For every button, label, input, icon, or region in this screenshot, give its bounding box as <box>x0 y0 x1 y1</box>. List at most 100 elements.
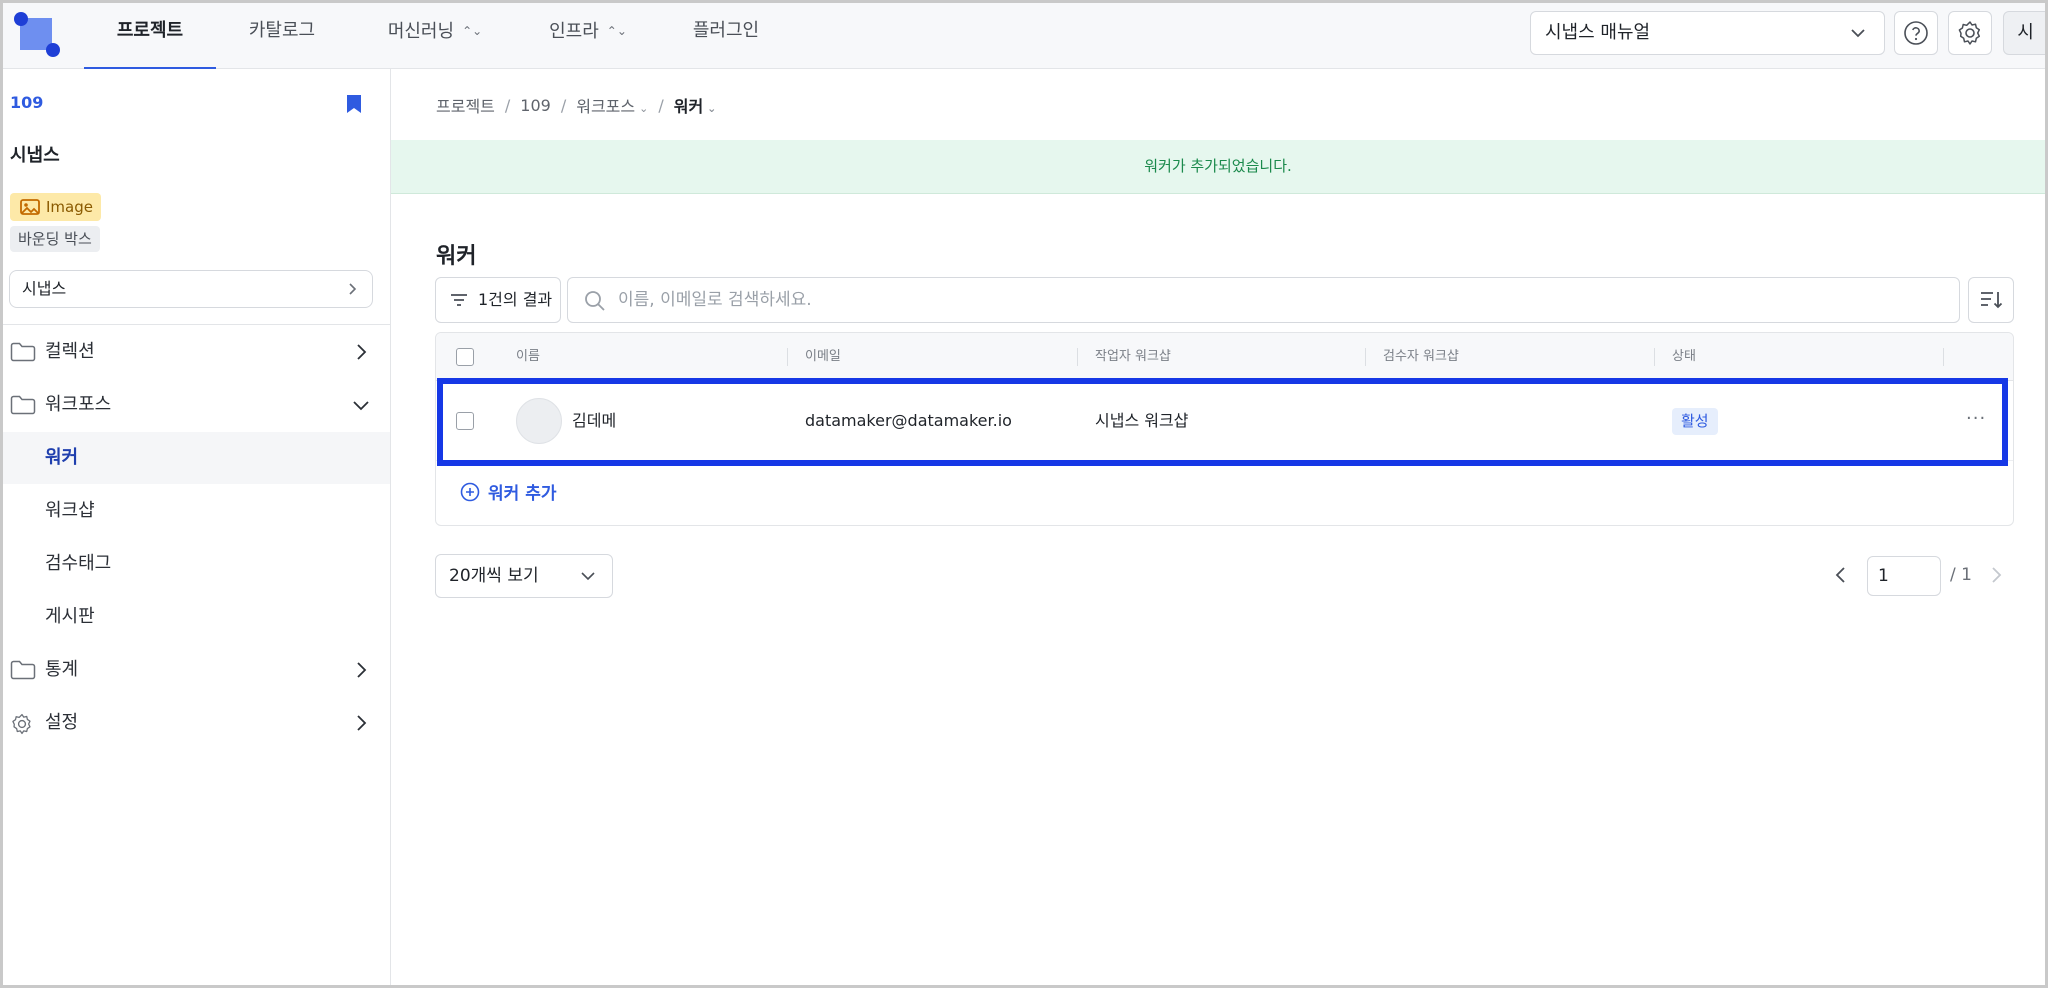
folder-icon <box>10 395 36 415</box>
column-divider <box>1365 348 1366 366</box>
sidebar-item-statistics[interactable]: 통계 <box>0 644 390 696</box>
nav-tab-label: 인프라 <box>549 21 599 42</box>
page-size-select[interactable]: 20개씩 보기 <box>435 554 613 598</box>
search-icon <box>585 291 605 311</box>
column-divider <box>787 348 788 366</box>
breadcrumb: 프로젝트 / 109 / 워크포스 ⌄ / 워커 ⌄ <box>436 93 716 117</box>
column-header-reviewer-workshop[interactable]: 검수자 워크샵 <box>1383 333 1459 381</box>
sidebar: 109 시냅스 Image 바운딩 박스 시냅스 컬렉션 워크포스 워커 워크샵… <box>0 69 391 988</box>
page-title: 워커 <box>436 244 477 269</box>
sort-icon <box>1981 292 2003 309</box>
chevron-down-icon: ⌄ <box>707 102 717 115</box>
plus-circle-icon <box>460 482 480 501</box>
sidebar-item-label: 워크포스 <box>45 394 112 415</box>
top-navigation: 프로젝트 카탈로그 머신러닝 ⌃⌄ 인프라 ⌃⌄ 플러그인 시냅스 매뉴얼 시 <box>0 0 2048 69</box>
manual-select-value: 시냅스 매뉴얼 <box>1545 22 1651 43</box>
sort-button[interactable] <box>1968 277 2014 323</box>
breadcrumb-projects[interactable]: 프로젝트 <box>436 93 495 117</box>
sidebar-item-collection[interactable]: 컬렉션 <box>0 326 390 378</box>
bookmark-icon[interactable] <box>346 94 362 114</box>
breadcrumb-workforce[interactable]: 워크포스 ⌄ <box>576 93 648 117</box>
help-button[interactable] <box>1894 11 1938 55</box>
filter-icon <box>451 294 467 306</box>
sidebar-item-label: 설정 <box>45 712 79 733</box>
chevron-down-icon <box>581 572 595 581</box>
breadcrumb-label: 워커 <box>673 97 704 116</box>
chevron-right-icon <box>357 715 367 731</box>
chevron-down-icon <box>353 401 369 411</box>
column-header-email[interactable]: 이메일 <box>805 333 841 381</box>
chevron-right-icon <box>357 662 367 678</box>
breadcrumb-separator: / <box>504 95 511 115</box>
sidebar-item-settings[interactable]: 설정 <box>0 697 390 749</box>
app-logo[interactable] <box>14 12 62 60</box>
chevron-right-icon <box>357 344 367 360</box>
sidebar-item-label: 통계 <box>45 659 79 680</box>
sidebar-subitem-workers[interactable]: 워커 <box>0 432 390 484</box>
sidebar-subitem-label: 워커 <box>45 447 79 468</box>
add-worker-button[interactable]: 워커 추가 <box>460 479 556 504</box>
gear-icon <box>1958 21 1981 45</box>
nav-tab-plugins[interactable]: 플러그인 <box>670 0 782 69</box>
column-divider <box>1077 348 1078 366</box>
dataset-select[interactable]: 시냅스 <box>9 270 373 308</box>
chevron-left-icon[interactable] <box>1832 565 1850 585</box>
breadcrumb-project-id[interactable]: 109 <box>520 96 551 115</box>
row-highlight-box <box>437 378 2008 466</box>
sidebar-subitem-label: 워크샵 <box>45 500 95 521</box>
search-box <box>567 277 1960 323</box>
nav-tab-projects[interactable]: 프로젝트 <box>84 0 216 69</box>
sidebar-subitem-workshop[interactable]: 워크샵 <box>0 485 390 537</box>
table-header: 이름 이메일 작업자 워크샵 검수자 워크샵 상태 <box>436 333 2013 381</box>
sidebar-subitem-board[interactable]: 게시판 <box>0 591 390 643</box>
updown-caret-icon: ⌃⌄ <box>462 24 483 38</box>
breadcrumb-workers[interactable]: 워커 ⌄ <box>674 93 717 117</box>
page-total: / 1 <box>1950 565 1972 585</box>
sidebar-subitem-review-tags[interactable]: 검수태그 <box>0 538 390 590</box>
chevron-right-icon[interactable] <box>1987 565 2005 585</box>
chevron-right-icon <box>349 283 357 295</box>
nav-tab-catalog[interactable]: 카탈로그 <box>220 0 344 69</box>
folder-icon <box>10 660 36 680</box>
sidebar-subitem-label: 게시판 <box>45 606 95 627</box>
breadcrumb-separator: / <box>658 95 664 115</box>
page-number-input[interactable]: 1 <box>1867 556 1941 596</box>
project-name: 시냅스 <box>10 145 60 166</box>
nav-tab-label: 머신러닝 <box>387 21 455 42</box>
sidebar-subitem-label: 검수태그 <box>45 553 112 574</box>
sidebar-item-workforce[interactable]: 워크포스 <box>0 379 390 431</box>
nav-tab-machine-learning[interactable]: 머신러닝 ⌃⌄ <box>370 0 500 69</box>
user-initial: 시 <box>2017 22 2034 43</box>
sidebar-item-label: 컬렉션 <box>45 341 95 362</box>
add-worker-label: 워커 추가 <box>488 484 557 504</box>
chevron-down-icon <box>1851 29 1865 38</box>
settings-button[interactable] <box>1948 11 1992 55</box>
nav-tab-label: 플러그인 <box>692 20 760 41</box>
success-toast: 워커가 추가되었습니다. <box>391 140 2045 194</box>
nav-tab-label: 카탈로그 <box>248 20 316 41</box>
filter-button[interactable]: 1건의 결과 <box>435 277 561 323</box>
column-header-worker-workshop[interactable]: 작업자 워크샵 <box>1095 333 1171 381</box>
project-id: 109 <box>10 93 44 112</box>
breadcrumb-label: 워크포스 <box>576 97 636 116</box>
question-circle-icon <box>1904 21 1928 45</box>
sidebar-divider <box>0 324 391 325</box>
column-header-status[interactable]: 상태 <box>1672 333 1696 381</box>
manual-select[interactable]: 시냅스 매뉴얼 <box>1530 11 1885 55</box>
data-type-badge: Image <box>10 193 101 221</box>
page-size-value: 20개씩 보기 <box>449 566 539 586</box>
nav-tab-label: 프로젝트 <box>116 20 184 41</box>
select-all-checkbox[interactable] <box>456 348 474 366</box>
user-avatar-button[interactable]: 시 <box>2003 11 2048 55</box>
chevron-down-icon: ⌄ <box>639 102 649 115</box>
search-input[interactable] <box>618 278 1918 322</box>
column-header-name[interactable]: 이름 <box>516 333 540 381</box>
nav-tab-infra[interactable]: 인프라 ⌃⌄ <box>532 0 644 69</box>
updown-caret-icon: ⌃⌄ <box>606 24 627 38</box>
image-icon <box>20 199 40 215</box>
data-type-label: Image <box>46 198 93 216</box>
dataset-select-value: 시냅스 <box>22 279 67 298</box>
toast-message: 워커가 추가되었습니다. <box>1144 157 1292 175</box>
column-divider <box>1654 348 1655 366</box>
folder-icon <box>10 342 36 362</box>
